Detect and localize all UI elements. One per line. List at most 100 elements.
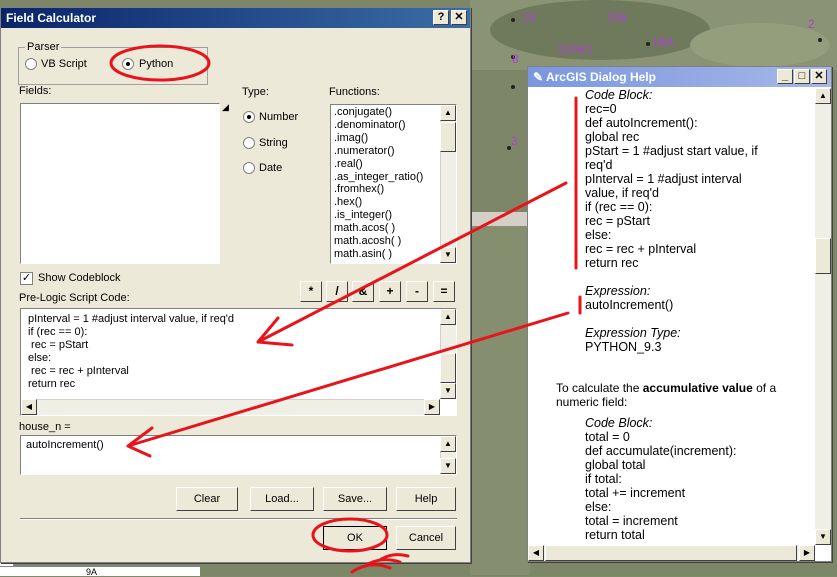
function-item[interactable]: .imag() [331,132,456,145]
expression-label: Expression: [585,284,651,298]
parser-label: Parser [25,41,62,53]
scroll-right-icon[interactable]: ▶ [799,545,815,561]
function-item[interactable]: .fromhex() [331,183,456,196]
scroll-thumb[interactable] [440,353,456,383]
help-code-line: pInterval = 1 #adjust interval [585,172,742,186]
map-label-1: 16 [522,10,536,24]
type-number-label[interactable]: Number [259,111,298,123]
code-line: return rec [28,378,76,390]
maximize-icon[interactable]: □ [794,69,810,84]
minimize-icon[interactable]: _ [777,69,793,84]
help-code-line: global rec [585,130,640,144]
help-vscrollbar[interactable]: ▲ ▼ [815,88,831,545]
scroll-up-icon[interactable]: ▲ [440,436,456,452]
map-label-2: 16Б [606,10,628,24]
help-button[interactable]: Help [396,487,456,511]
help-code-line: def autoIncrement(): [585,116,698,130]
function-item[interactable]: .as_integer_ratio() [331,171,456,184]
multiply-operator-button[interactable]: * [300,281,322,302]
scroll-right-icon[interactable]: ▶ [424,399,440,415]
equals-operator-button[interactable]: = [433,281,455,302]
scroll-thumb[interactable] [815,238,831,274]
help-code-line: req'd [585,158,613,172]
divide-operator-button[interactable]: / [326,281,348,302]
python-radio[interactable] [122,58,134,70]
type-string-radio[interactable] [243,137,255,149]
fields-list[interactable] [20,103,220,264]
scroll-thumb[interactable] [545,545,797,561]
prelogic-hscrollbar[interactable]: ◀ ▶ [21,399,440,415]
type-date-label[interactable]: Date [259,162,282,174]
type-date-radio[interactable] [243,162,255,174]
scroll-down-icon[interactable]: ▼ [815,529,831,545]
load-button[interactable]: Load... [250,487,314,511]
function-item[interactable]: math.acos( ) [331,222,456,235]
close-icon[interactable]: ✕ [451,10,467,25]
ok-button[interactable]: OK [323,526,387,550]
help-code-line: rec = pStart [585,214,650,228]
help-content[interactable]: Code Block: rec=0 def autoIncrement(): g… [528,88,815,545]
function-item[interactable]: .is_integer() [331,209,456,222]
window-title: Field Calculator [6,11,97,25]
field-calculator-titlebar[interactable]: Field Calculator ? ✕ [1,8,470,28]
help-code-line: if (rec == 0): [585,200,653,214]
function-item[interactable]: .real() [331,158,456,171]
scroll-left-icon[interactable]: ◀ [21,399,37,415]
help-code-line: global total [585,458,646,472]
scroll-up-icon[interactable]: ▲ [815,88,831,104]
vbscript-label[interactable]: VB Script [41,58,87,70]
help-code-line: else: [585,228,612,242]
code-line: rec = pStart [28,339,89,351]
map-label-5: 16А [652,35,674,49]
close-icon[interactable]: ✕ [811,69,827,84]
type-string-label[interactable]: String [259,137,288,149]
scroll-down-icon[interactable]: ▼ [440,247,456,263]
expression-editor[interactable]: autoIncrement() ▲ ▼ [20,435,457,475]
function-item[interactable]: .hex() [331,196,456,209]
scroll-down-icon[interactable]: ▼ [440,458,456,474]
scroll-down-icon[interactable]: ▼ [440,383,456,399]
type-label: Type: [242,86,269,98]
code-line: rec = rec + pInterval [28,365,129,377]
prelogic-vscrollbar[interactable]: ▲ ▼ [440,309,456,399]
show-codeblock-checkbox[interactable]: ✓ [20,272,33,285]
help-code-line: rec = rec + pInterval [585,242,697,256]
function-item[interactable]: .numerator() [331,145,456,158]
help-window-title: ArcGIS Dialog Help [545,70,656,84]
help-window-icon: ✎ [533,70,544,84]
help-hscrollbar[interactable]: ◀ ▶ [528,545,815,561]
help-icon[interactable]: ? [433,10,449,25]
help-code-line: return total [585,528,645,542]
function-item[interactable]: math.asin( ) [331,248,456,261]
python-label[interactable]: Python [139,58,173,70]
clear-button[interactable]: Clear [176,487,238,511]
prelogic-script-editor[interactable]: pInterval = 1 #adjust interval value, if… [20,308,457,416]
cancel-button[interactable]: Cancel [396,526,456,550]
expression-text: autoIncrement() [26,439,104,451]
functions-list[interactable]: .conjugate() .denominator() .imag() .num… [330,104,457,264]
minus-operator-button[interactable]: - [406,281,428,302]
scroll-up-icon[interactable]: ▲ [440,105,456,121]
scroll-thumb[interactable] [440,122,456,152]
expression-value: autoIncrement() [585,298,674,312]
fields-label: Fields: [19,85,52,97]
help-titlebar[interactable]: ✎ ArcGIS Dialog Help _ □ ✕ [528,67,831,87]
ampersand-operator-button[interactable]: & [352,281,374,302]
help-code-line: total = increment [585,514,678,528]
vbscript-radio[interactable] [25,58,37,70]
type-number-radio[interactable] [243,111,255,123]
function-item[interactable]: math.acosh( ) [331,235,456,248]
scroll-left-icon[interactable]: ◀ [528,545,544,561]
help-code-line: value, if req'd [585,186,659,200]
expression-type-value: PYTHON_9.3 [585,340,662,354]
show-codeblock-label[interactable]: Show Codeblock [38,272,121,284]
field-calculator-window: Field Calculator ? ✕ Parser VB Script Py… [0,7,471,563]
functions-scrollbar[interactable]: ▲ ▼ [440,105,456,263]
function-item[interactable]: .conjugate() [331,106,456,119]
scroll-up-icon[interactable]: ▲ [440,309,456,325]
save-button[interactable]: Save... [323,487,387,511]
expression-scrollbar[interactable]: ▲ ▼ [440,436,456,474]
plus-operator-button[interactable]: + [379,281,401,302]
resize-grip-icon[interactable]: ◢ [222,102,229,113]
function-item[interactable]: .denominator() [331,119,456,132]
